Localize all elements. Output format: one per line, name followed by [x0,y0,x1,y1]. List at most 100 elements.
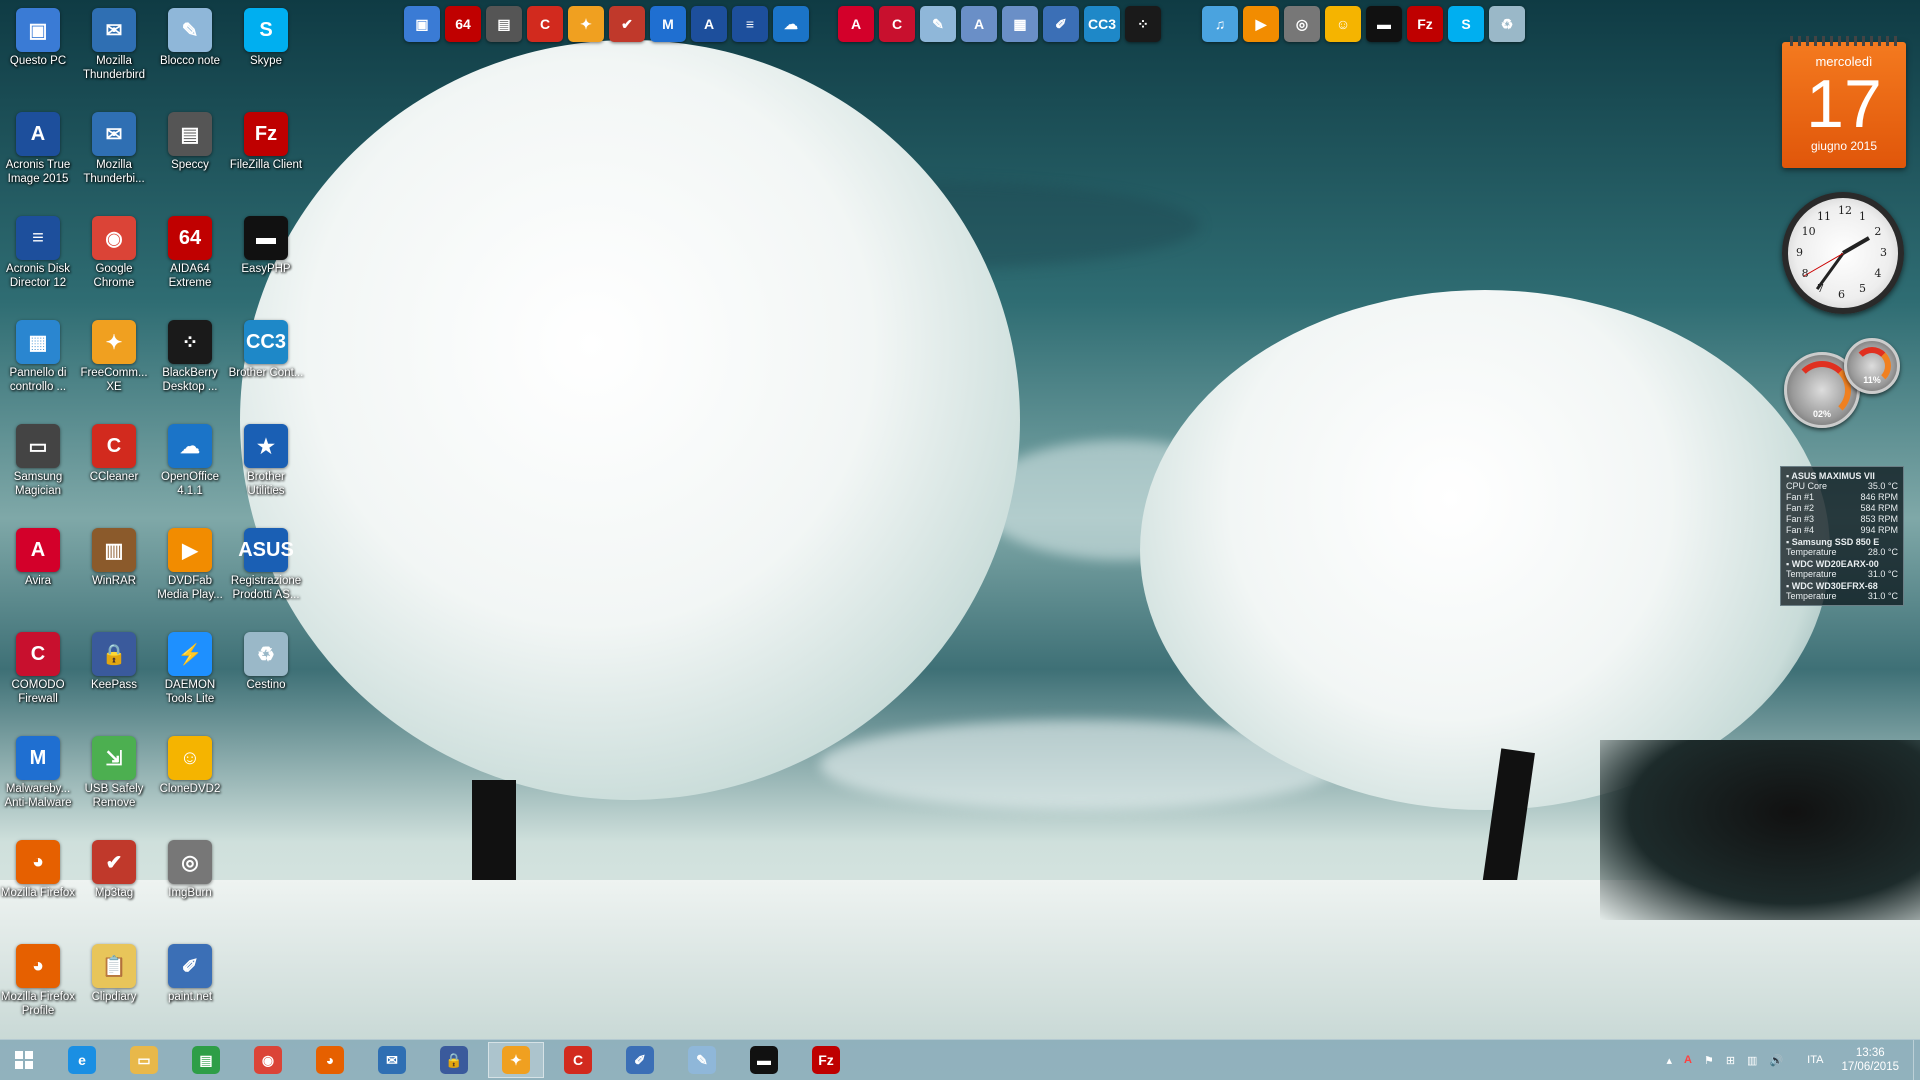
mp3tag-icon[interactable]: ✔ [609,6,645,42]
desktop-icon-aida64[interactable]: 64 AIDA64 Extreme [152,212,228,290]
taskbar-app-filezilla[interactable]: Fz [798,1042,854,1078]
paintnet-icon[interactable]: ✐ [1043,6,1079,42]
start-button[interactable] [4,1042,44,1078]
desktop-icon-label: AIDA64 Extreme [168,263,212,289]
volume-icon[interactable]: 🔊 [1769,1054,1783,1067]
desktop-icon-mp3tag[interactable]: ✔ Mp3tag [76,836,152,900]
clock-gadget[interactable]: 12 1 2 3 4 5 6 7 8 9 10 11 [1782,192,1904,314]
desktop-icon-label: Brother Cont... [228,367,304,379]
desktop-icon-dvdfab[interactable]: ▶ DVDFab Media Play... [152,524,228,602]
language-indicator[interactable]: ITA [1807,1054,1823,1066]
sensor-value: 846 RPM [1860,492,1898,502]
document-icon[interactable]: A [961,6,997,42]
taskbar-app-chrome[interactable]: ◉ [240,1042,296,1078]
system-tray: ▴ A ⚑ ⊞ ▥ 🔊 ITA 13:36 17/06/2015 [1660,1040,1920,1080]
clonedvd-icon[interactable]: ☺ [1325,6,1361,42]
desktop-icon-clipdiary[interactable]: 📋 Clipdiary [76,940,152,1004]
desktop-icon-thunderbird[interactable]: ✉ Mozilla Thunderbi... [76,108,152,186]
ccleaner-icon[interactable]: C [527,6,563,42]
desktop-icon-avira[interactable]: A Avira [0,524,76,588]
desktop-icon-control-panel[interactable]: ▦ Pannello di controllo ... [0,316,76,394]
desktop-icon-thunderbird[interactable]: ✉ Mozilla Thunderbird [76,4,152,82]
hardware-monitor-gadget[interactable]: ▪ ASUS MAXIMUS VII CPU Core 35.0 °C Fan #1… [1780,466,1904,606]
firefox-profile-icon: ◕ [16,944,60,988]
desktop-icon-samsung[interactable]: ▭ Samsung Magician [0,420,76,498]
imgburn-icon[interactable]: ◎ [1284,6,1320,42]
top-dock-middle: A C ✎ A ▦ ✐ CC3 ⁘ [838,6,1161,46]
desktop-icon-brother[interactable]: CC3 Brother Cont... [228,316,304,380]
skype-icon[interactable]: S [1448,6,1484,42]
desktop-icon-recycle-bin[interactable]: ♻ Cestino [228,628,304,692]
desktop-icon-filezilla[interactable]: Fz FileZilla Client [228,108,304,172]
clock-hour-hand [1842,236,1870,255]
desktop-icon-paintnet[interactable]: ✐ paint.net [152,940,228,1004]
calendar-gadget[interactable]: mercoledì 17 giugno 2015 [1782,36,1906,168]
firefox-icon: ◕ [316,1046,344,1074]
desktop-icon-acronis[interactable]: A Acronis True Image 2015 [0,108,76,186]
desktop-icon-notepad[interactable]: ✎ Blocco note [152,4,228,68]
recycle-bin-icon[interactable]: ♻ [1489,6,1525,42]
sensor-key: CPU Core [1786,481,1828,491]
taskbar-clock[interactable]: 13:36 17/06/2015 [1841,1046,1899,1074]
desktop-icon-speccy[interactable]: ▤ Speccy [152,108,228,172]
show-desktop-button[interactable] [1913,1040,1920,1080]
desktop-icon-usb[interactable]: ⇲ USB Safely Remove [76,732,152,810]
windows-tray-icon[interactable]: ⊞ [1726,1054,1735,1067]
desktop-icon-keepass[interactable]: 🔒 KeePass [76,628,152,692]
taskbar-app-freecommander[interactable]: ✦ [488,1042,544,1078]
network-icon[interactable]: ▥ [1747,1054,1757,1067]
taskbar-app-internet-explorer[interactable]: e [54,1042,110,1078]
desktop-icon-brother-utilities[interactable]: ★ Brother Utilities [228,420,304,498]
desktop-icon-firefox[interactable]: ◕ Mozilla Firefox [0,836,76,900]
freecommander-icon[interactable]: ✦ [568,6,604,42]
desktop-icon-acronis-disk[interactable]: ≡ Acronis Disk Director 12 [0,212,76,290]
aida64-icon[interactable]: 64 [445,6,481,42]
calculator-icon[interactable]: ▦ [1002,6,1038,42]
desktop-icon-clonedvd[interactable]: ☺ CloneDVD2 [152,732,228,796]
comodo-icon[interactable]: C [879,6,915,42]
acronis-disk-icon[interactable]: ≡ [732,6,768,42]
speccy-icon[interactable]: ▤ [486,6,522,42]
taskbar-app-firefox[interactable]: ◕ [302,1042,358,1078]
computer-icon[interactable]: ▣ [404,6,440,42]
taskbar-app-thunderbird[interactable]: ✉ [364,1042,420,1078]
memory-meter-icon[interactable]: 11% [1844,338,1900,394]
desktop-icon-skype[interactable]: S Skype [228,4,304,68]
avira-tray-icon[interactable]: A [1684,1054,1692,1066]
taskbar-app-paintnet[interactable]: ✐ [612,1042,668,1078]
taskbar-app-file-explorer[interactable]: ▭ [116,1042,172,1078]
easyphp-icon[interactable]: ▬ [1366,6,1402,42]
desktop-icon-freecommander[interactable]: ✦ FreeComm... XE [76,316,152,394]
action-center-flag-icon[interactable]: ⚑ [1704,1054,1714,1067]
notepad-icon[interactable]: ✎ [920,6,956,42]
tray-expand-icon[interactable]: ▴ [1666,1054,1672,1067]
desktop-icon-firefox-profile[interactable]: ◕ Mozilla Firefox Profile [0,940,76,1018]
desktop-icon-blackberry[interactable]: ⁘ BlackBerry Desktop ... [152,316,228,394]
desktop-icon-ccleaner[interactable]: C CCleaner [76,420,152,484]
brother-icon[interactable]: CC3 [1084,6,1120,42]
desktop-icon-computer[interactable]: ▣ Questo PC [0,4,76,68]
acronis-icon[interactable]: A [691,6,727,42]
malwarebytes-icon[interactable]: M [650,6,686,42]
blackberry-icon[interactable]: ⁘ [1125,6,1161,42]
taskbar-app-keepass[interactable]: 🔒 [426,1042,482,1078]
desktop-icon-daemon-tools[interactable]: ⚡ DAEMON Tools Lite [152,628,228,706]
filezilla-icon[interactable]: Fz [1407,6,1443,42]
dvdfab-icon[interactable]: ▶ [1243,6,1279,42]
desktop-icon-chrome[interactable]: ◉ Google Chrome [76,212,152,290]
desktop-icon-openoffice[interactable]: ☁ OpenOffice 4.1.1 [152,420,228,498]
desktop-icon-comodo[interactable]: C COMODO Firewall [0,628,76,706]
asus-icon: ASUS [238,528,294,572]
desktop-icon-imgburn[interactable]: ◎ ImgBurn [152,836,228,900]
avira-icon[interactable]: A [838,6,874,42]
openoffice-icon[interactable]: ☁ [773,6,809,42]
desktop-icon-asus[interactable]: ASUS Registrazione Prodotti AS... [228,524,304,602]
desktop-icon-easyphp[interactable]: ▬ EasyPHP [228,212,304,276]
desktop-icon-winrar[interactable]: ▥ WinRAR [76,524,152,588]
desktop-icon-malwarebytes[interactable]: M Malwareby... Anti-Malware [0,732,76,810]
itunes-icon[interactable]: ♫ [1202,6,1238,42]
taskbar-app-store[interactable]: ▤ [178,1042,234,1078]
taskbar-app-ccleaner[interactable]: C [550,1042,606,1078]
taskbar-app-notepad[interactable]: ✎ [674,1042,730,1078]
taskbar-app-easyphp[interactable]: ▬ [736,1042,792,1078]
